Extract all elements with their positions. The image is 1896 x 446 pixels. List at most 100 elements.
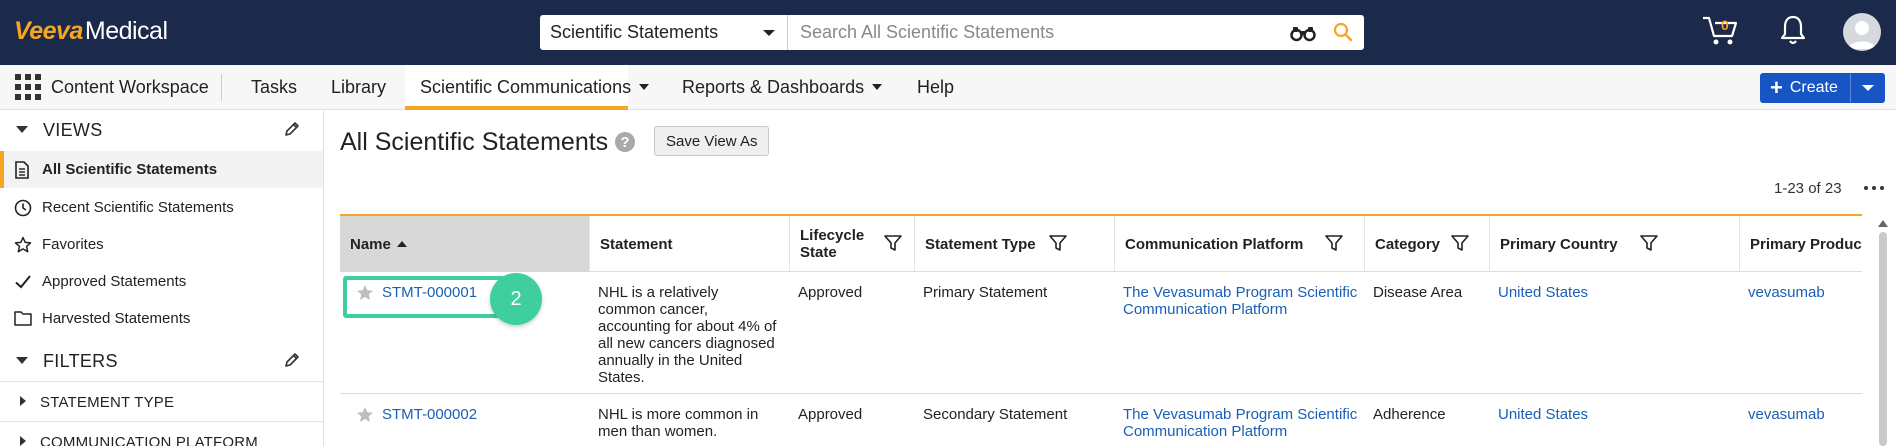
filter-icon[interactable] [1049,234,1067,252]
avatar[interactable] [1843,13,1881,51]
filter-icon[interactable] [1325,234,1343,252]
filter-label: COMMUNICATION PLATFORM [40,434,259,446]
view-recent-scientific-statements[interactable]: Recent Scientific Statements [0,189,323,226]
column-header-primary-country[interactable]: Primary Country [1490,216,1740,272]
nav-tab-tasks[interactable]: Tasks [251,77,297,98]
step-number-badge: 2 [490,273,542,325]
views-section-header[interactable]: VIEWS [0,110,323,148]
communication-platform-link[interactable]: The Vevasumab Program Scientific Communi… [1123,406,1363,440]
filter-icon[interactable] [1451,234,1469,252]
column-label: Name [350,236,391,253]
record-count: 1-23 of 23 [1774,180,1842,197]
create-main-button[interactable]: + Create [1760,73,1851,103]
document-icon [15,161,29,179]
app-grid-icon[interactable] [15,74,41,100]
nav-tab-label: Help [917,77,955,97]
primary-country-link[interactable]: United States [1498,406,1588,423]
column-header-statement[interactable]: Statement [590,216,790,272]
column-header-statement-type[interactable]: Statement Type [915,216,1115,272]
search-scope-select[interactable]: Scientific Statements [540,15,788,50]
statement-id-link[interactable]: STMT-000002 [382,406,477,423]
statement-text: NHL is a relatively common cancer, accou… [598,284,777,386]
nav-tab-help[interactable]: Help [917,77,954,98]
filter-label: STATEMENT TYPE [40,394,175,411]
view-favorites[interactable]: Favorites [0,226,323,263]
workspace-selector[interactable]: Content Workspace [51,77,209,98]
column-header-lifecycle-state[interactable]: Lifecycle State [790,216,915,272]
star-icon [14,236,32,253]
user-icon [1848,21,1876,49]
column-label: Category [1375,236,1441,253]
search-scope-value: Scientific Statements [550,22,719,42]
cart-icon[interactable] [1701,14,1739,48]
nav-tab-label: Library [331,77,387,97]
table-row: STMT-000002 NHL is more common in men th… [340,394,1862,446]
table-scrollbar[interactable] [1878,218,1888,446]
communication-platform-link[interactable]: The Vevasumab Program Scientific Communi… [1123,284,1363,318]
filter-icon[interactable] [884,234,902,252]
statements-table: Name Statement Lifecycle State Statement… [340,214,1862,446]
nav-tab-label: Scientific Communications [420,77,632,97]
column-label: Lifecycle State [800,227,865,261]
column-header-primary-product[interactable]: Primary Product N [1740,216,1862,272]
view-approved-statements[interactable]: Approved Statements [0,263,323,300]
scrollbar-thumb[interactable] [1879,232,1887,446]
expand-icon [20,396,26,406]
column-header-name[interactable]: Name [340,216,590,272]
create-dropdown-button[interactable] [1851,85,1885,91]
create-label: Create [1789,79,1838,96]
cart-count-badge: 0 [1721,17,1729,33]
nav-tab-library[interactable]: Library [331,77,386,98]
favorite-star-icon[interactable] [356,406,374,424]
nav-tab-reports-dashboards[interactable]: Reports & Dashboards [682,77,883,98]
bell-icon[interactable] [1780,14,1806,46]
scroll-up-arrow-icon[interactable] [1878,220,1888,227]
column-label: Communication Platform [1125,236,1304,253]
nav-tab-scientific-communications[interactable]: Scientific Communications [420,77,650,98]
save-view-as-button[interactable]: Save View As [654,126,770,156]
clock-icon [14,199,32,217]
chevron-down-icon [1862,85,1874,91]
collapse-icon [16,126,28,133]
filter-statement-type[interactable]: STATEMENT TYPE [0,381,323,421]
step-highlight-box [343,276,505,318]
primary-product-link[interactable]: vevasumab [1748,284,1825,301]
filters-section-header[interactable]: FILTERS [0,341,323,379]
plus-icon: + [1770,75,1783,100]
primary-country-link[interactable]: United States [1498,284,1588,301]
sort-ascending-icon [396,241,407,247]
column-label: Primary Product N [1750,236,1862,253]
column-header-communication-platform[interactable]: Communication Platform [1115,216,1365,272]
view-label: Recent Scientific Statements [42,199,234,216]
category: Disease Area [1373,284,1463,301]
page-title: All Scientific Statements [340,128,609,156]
binoculars-icon[interactable] [1290,24,1316,42]
chevron-down-icon [872,84,883,90]
view-harvested-statements[interactable]: Harvested Statements [0,300,323,337]
logo-text: Medical [84,17,168,45]
edit-pencil-icon[interactable] [284,121,300,137]
check-icon [15,275,31,289]
search-icon[interactable] [1332,21,1354,43]
veeva-medical-logo[interactable]: Veeva Medical [14,17,168,47]
more-actions-icon[interactable] [1864,186,1884,190]
filter-icon[interactable] [1640,234,1658,252]
lifecycle-state: Approved [798,406,863,423]
help-icon[interactable]: ? [614,131,636,153]
chevron-down-icon [763,30,775,36]
filter-communication-platform[interactable]: COMMUNICATION PLATFORM [0,421,323,446]
primary-product-link[interactable]: vevasumab [1748,406,1825,423]
column-header-category[interactable]: Category [1365,216,1490,272]
nav-tab-label: Tasks [251,77,298,97]
edit-pencil-icon[interactable] [284,352,300,368]
search-input[interactable] [788,15,1364,50]
view-label: Favorites [42,236,104,253]
views-heading: VIEWS [43,120,103,140]
view-all-scientific-statements[interactable]: All Scientific Statements [0,151,323,188]
statement-text: NHL is more common in men than women. [598,406,759,440]
nav-tab-label: Reports & Dashboards [682,77,865,97]
nav-divider [221,74,222,101]
expand-icon [20,436,26,446]
column-label: Primary Country [1500,236,1618,253]
chevron-down-icon [639,84,650,90]
